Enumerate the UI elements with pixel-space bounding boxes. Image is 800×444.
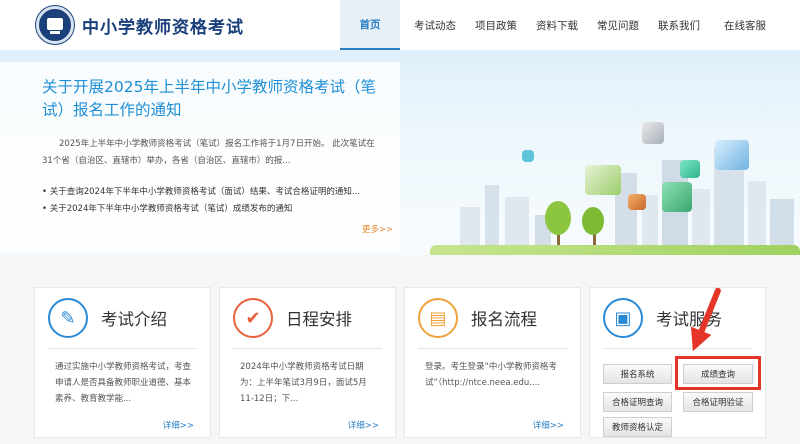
nav-policy[interactable]: 项目政策 xyxy=(466,0,526,50)
news-banner: 关于开展2025年上半年中小学教师资格考试（笔试）报名工作的通知 2025年上半… xyxy=(0,50,800,255)
registration-flow-icon: ▤ xyxy=(418,298,458,338)
nav-online-service[interactable]: 在线客服 xyxy=(710,0,780,50)
card-divider xyxy=(603,348,752,349)
city-illustration xyxy=(430,110,800,255)
exam-service-icon: ▣ xyxy=(603,298,643,338)
nav-contact[interactable]: 联系我们 xyxy=(649,0,709,50)
nav-home[interactable]: 首页 xyxy=(340,0,400,50)
site-header: 中小学教师资格考试 首页 考试动态 项目政策 资料下载 常见问题 联系我们 在线… xyxy=(0,0,800,50)
card-schedule: ✔ 日程安排 2024年中小学教师资格考试日期为：上半年笔试3月9日，面试5月1… xyxy=(219,287,396,438)
grass-strip xyxy=(430,245,800,255)
nav-faq[interactable]: 常见问题 xyxy=(588,0,648,50)
score-query-highlight xyxy=(675,356,761,390)
banner-summary: 2025年上半年中小学教师资格考试（笔试）报名工作将于1月7日开始。 此次笔试在… xyxy=(42,139,375,166)
news-link[interactable]: 关于2024年下半年中小学教师资格考试（笔试）成绩发布的通知 xyxy=(42,201,392,218)
schedule-check-icon: ✔ xyxy=(233,298,273,338)
banner-more-link[interactable]: 更多>> xyxy=(362,223,393,235)
cert-query-button[interactable]: 合格证明查询 xyxy=(603,392,672,412)
card-title[interactable]: 考试介绍 xyxy=(101,306,167,330)
card-divider xyxy=(48,348,197,349)
card-title[interactable]: 报名流程 xyxy=(471,306,537,330)
site-logo[interactable] xyxy=(36,6,74,44)
card-title[interactable]: 日程安排 xyxy=(286,306,352,330)
card-divider xyxy=(418,348,567,349)
banner-news-list: 关于查询2024年下半年中小学教师资格考试（面试）结果、考试合格证明的通知...… xyxy=(42,184,392,218)
nav-downloads[interactable]: 资料下载 xyxy=(527,0,587,50)
exam-intro-icon: ✎ xyxy=(48,298,88,338)
cert-verify-button[interactable]: 合格证明验证 xyxy=(683,392,753,412)
card-text: 登录。考生登录“中小学教师资格考试”（http://ntce.neea.edu.… xyxy=(425,362,557,388)
card-text: 2024年中小学教师资格考试日期为：上半年笔试3月9日，面试5月11-12日；下… xyxy=(240,362,367,404)
nav-exam-news[interactable]: 考试动态 xyxy=(405,0,465,50)
news-link[interactable]: 关于查询2024年下半年中小学教师资格考试（面试）结果、考试合格证明的通知... xyxy=(42,184,392,201)
card-text: 通过实施中小学教师资格考试，考查申请人是否具备教师职业道德、基本素养、教育教学能… xyxy=(55,362,192,404)
card-registration: ▤ 报名流程 登录。考生登录“中小学教师资格考试”（http://ntce.ne… xyxy=(404,287,581,438)
banner-headline[interactable]: 关于开展2025年上半年中小学教师资格考试（笔试）报名工作的通知 xyxy=(42,76,387,122)
card-divider xyxy=(233,348,382,349)
card-more-link[interactable]: 详细>> xyxy=(348,419,379,431)
site-title[interactable]: 中小学教师资格考试 xyxy=(82,13,244,38)
register-system-button[interactable]: 报名系统 xyxy=(603,364,672,384)
card-more-link[interactable]: 详细>> xyxy=(533,419,564,431)
teacher-qualification-button[interactable]: 教师资格认定 xyxy=(603,417,672,437)
card-more-link[interactable]: 详细>> xyxy=(163,419,194,431)
card-exam-intro: ✎ 考试介绍 通过实施中小学教师资格考试，考查申请人是否具备教师职业道德、基本素… xyxy=(34,287,211,438)
